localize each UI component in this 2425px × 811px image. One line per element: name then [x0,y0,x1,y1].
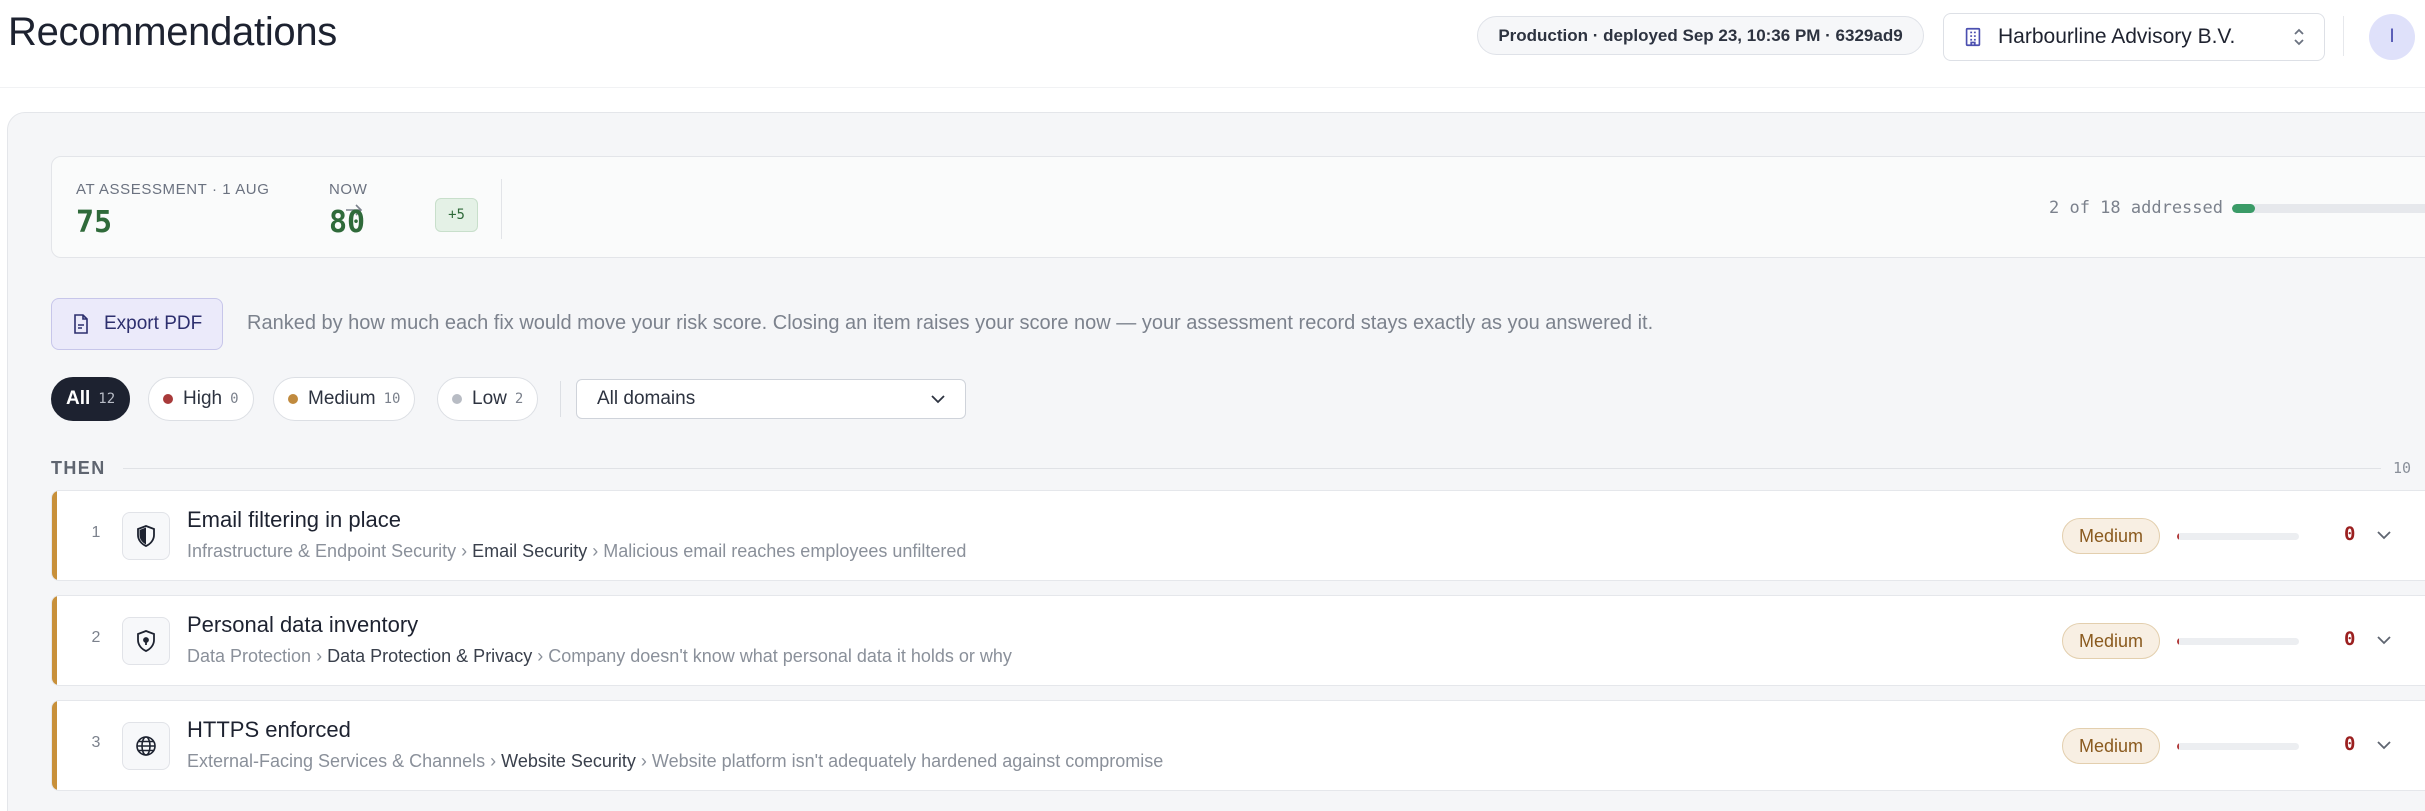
score-summary-card: AT ASSESSMENT · 1 AUG 75 NOW 80 +5 2 of … [51,156,2425,258]
chip-label: All [66,388,91,409]
path-separator: › [592,541,599,561]
avatar[interactable]: I [2369,14,2415,60]
rec-subdomain: Email Security [472,541,588,561]
filter-chip-high[interactable]: High 0 [148,377,254,421]
rec-score: 0 [2344,523,2356,545]
high-dot-icon [163,394,173,404]
severity-accent [52,491,57,580]
rec-domain: External-Facing Services & Channels [187,751,486,771]
impact-bar-fill [2177,638,2179,645]
recommendation-row[interactable]: 3 HTTPS enforced External-Facing Service… [51,700,2425,791]
pdf-file-icon [74,314,88,334]
addressed-count: 2 of 18 addressed [2049,198,2223,218]
medium-dot-icon [288,394,298,404]
filter-divider [560,381,561,417]
rec-title: Personal data inventory [187,612,419,637]
section-count: 10 [2393,459,2412,477]
rec-icon-box [122,617,170,665]
score-delta-badge: +5 [435,198,478,232]
privacy-shield-icon [137,630,155,652]
rec-score: 0 [2344,628,2356,650]
impact-bar [2177,533,2299,540]
rec-issue: Malicious email reaches employees unfilt… [603,541,967,561]
export-pdf-button[interactable]: Export PDF [51,298,223,350]
chip-count: 12 [98,391,116,407]
rec-path: Infrastructure & Endpoint Security › Ema… [187,541,966,562]
chevron-up-down-icon [2294,28,2304,46]
rec-number: 2 [91,629,101,646]
rec-subdomain: Data Protection & Privacy [327,646,533,666]
filter-chip-medium[interactable]: Medium 10 [273,377,416,421]
domain-filter-select[interactable]: All domains [576,379,966,419]
now-score-label: NOW [329,181,368,198]
chevron-down-icon [931,394,945,403]
path-separator: › [461,541,468,561]
recommendation-row[interactable]: 1 Email filtering in place Infrastructur… [51,490,2425,581]
building-icon [1965,27,1981,47]
deploy-status-badge: Production · deployed Sep 23, 10:36 PM ·… [1477,16,1924,55]
severity-badge: Medium [2062,623,2160,659]
chevron-down-icon[interactable] [2376,529,2392,541]
section-label: THEN [51,458,106,478]
severity-badge: Medium [2062,728,2160,764]
rec-domain: Infrastructure & Endpoint Security [187,541,457,561]
filter-chip-low[interactable]: Low 2 [437,377,539,421]
chevron-down-icon[interactable] [2376,739,2392,751]
path-separator: › [490,751,497,771]
impact-bar-fill [2177,743,2179,750]
rec-path: External-Facing Services & Channels › We… [187,751,1163,772]
top-bar: Recommendations Production · deployed Se… [0,0,2425,88]
recommendation-row[interactable]: 2 Personal data inventory Data Protectio… [51,595,2425,686]
rec-score: 0 [2344,733,2356,755]
now-score-value: 80 [329,205,366,240]
rec-issue: Website platform isn't adequately harden… [651,751,1164,771]
org-name: Harbourline Advisory B.V. [1998,25,2236,48]
score-divider [501,179,502,239]
rec-domain: Data Protection [187,646,312,666]
shield-icon [137,525,155,547]
severity-accent [52,596,57,685]
rec-icon-box [122,722,170,770]
header-divider [2343,16,2344,56]
rec-path: Data Protection › Data Protection & Priv… [187,646,1012,667]
impact-bar [2177,743,2299,750]
path-separator: › [640,751,647,771]
chip-count: 0 [230,391,239,407]
globe-icon [136,736,156,756]
assessment-score-label: AT ASSESSMENT · 1 AUG [76,181,270,198]
org-selector[interactable]: Harbourline Advisory B.V. [1943,13,2325,61]
domain-filter-value: All domains [597,388,696,409]
impact-bar-fill [2177,533,2179,540]
rec-icon-box [122,512,170,560]
rec-title: Email filtering in place [187,507,401,532]
addressed-progress-bar [2232,204,2425,213]
impact-bar [2177,638,2299,645]
severity-accent [52,701,57,790]
chip-count: 2 [514,391,524,407]
low-dot-icon [452,394,462,404]
rec-number: 1 [91,524,101,541]
page-title: Recommendations [8,10,337,54]
path-separator: › [537,646,544,666]
export-pdf-label: Export PDF [104,313,203,334]
assessment-score-value: 75 [76,205,113,240]
chip-count: 10 [383,391,401,407]
filter-chip-all[interactable]: All 12 [51,377,131,421]
rec-title: HTTPS enforced [187,717,351,742]
chip-label: Medium [308,388,376,409]
rec-number: 3 [91,734,101,751]
severity-badge: Medium [2062,518,2160,554]
chip-label: Low [472,388,507,409]
ranking-description: Ranked by how much each fix would move y… [247,312,1654,334]
rec-subdomain: Website Security [501,751,636,771]
path-separator: › [316,646,323,666]
rec-issue: Company doesn't know what personal data … [548,646,1012,666]
addressed-progress-fill [2232,204,2256,213]
section-divider [123,468,2381,469]
chevron-down-icon[interactable] [2376,634,2392,646]
chip-label: High [183,388,223,409]
